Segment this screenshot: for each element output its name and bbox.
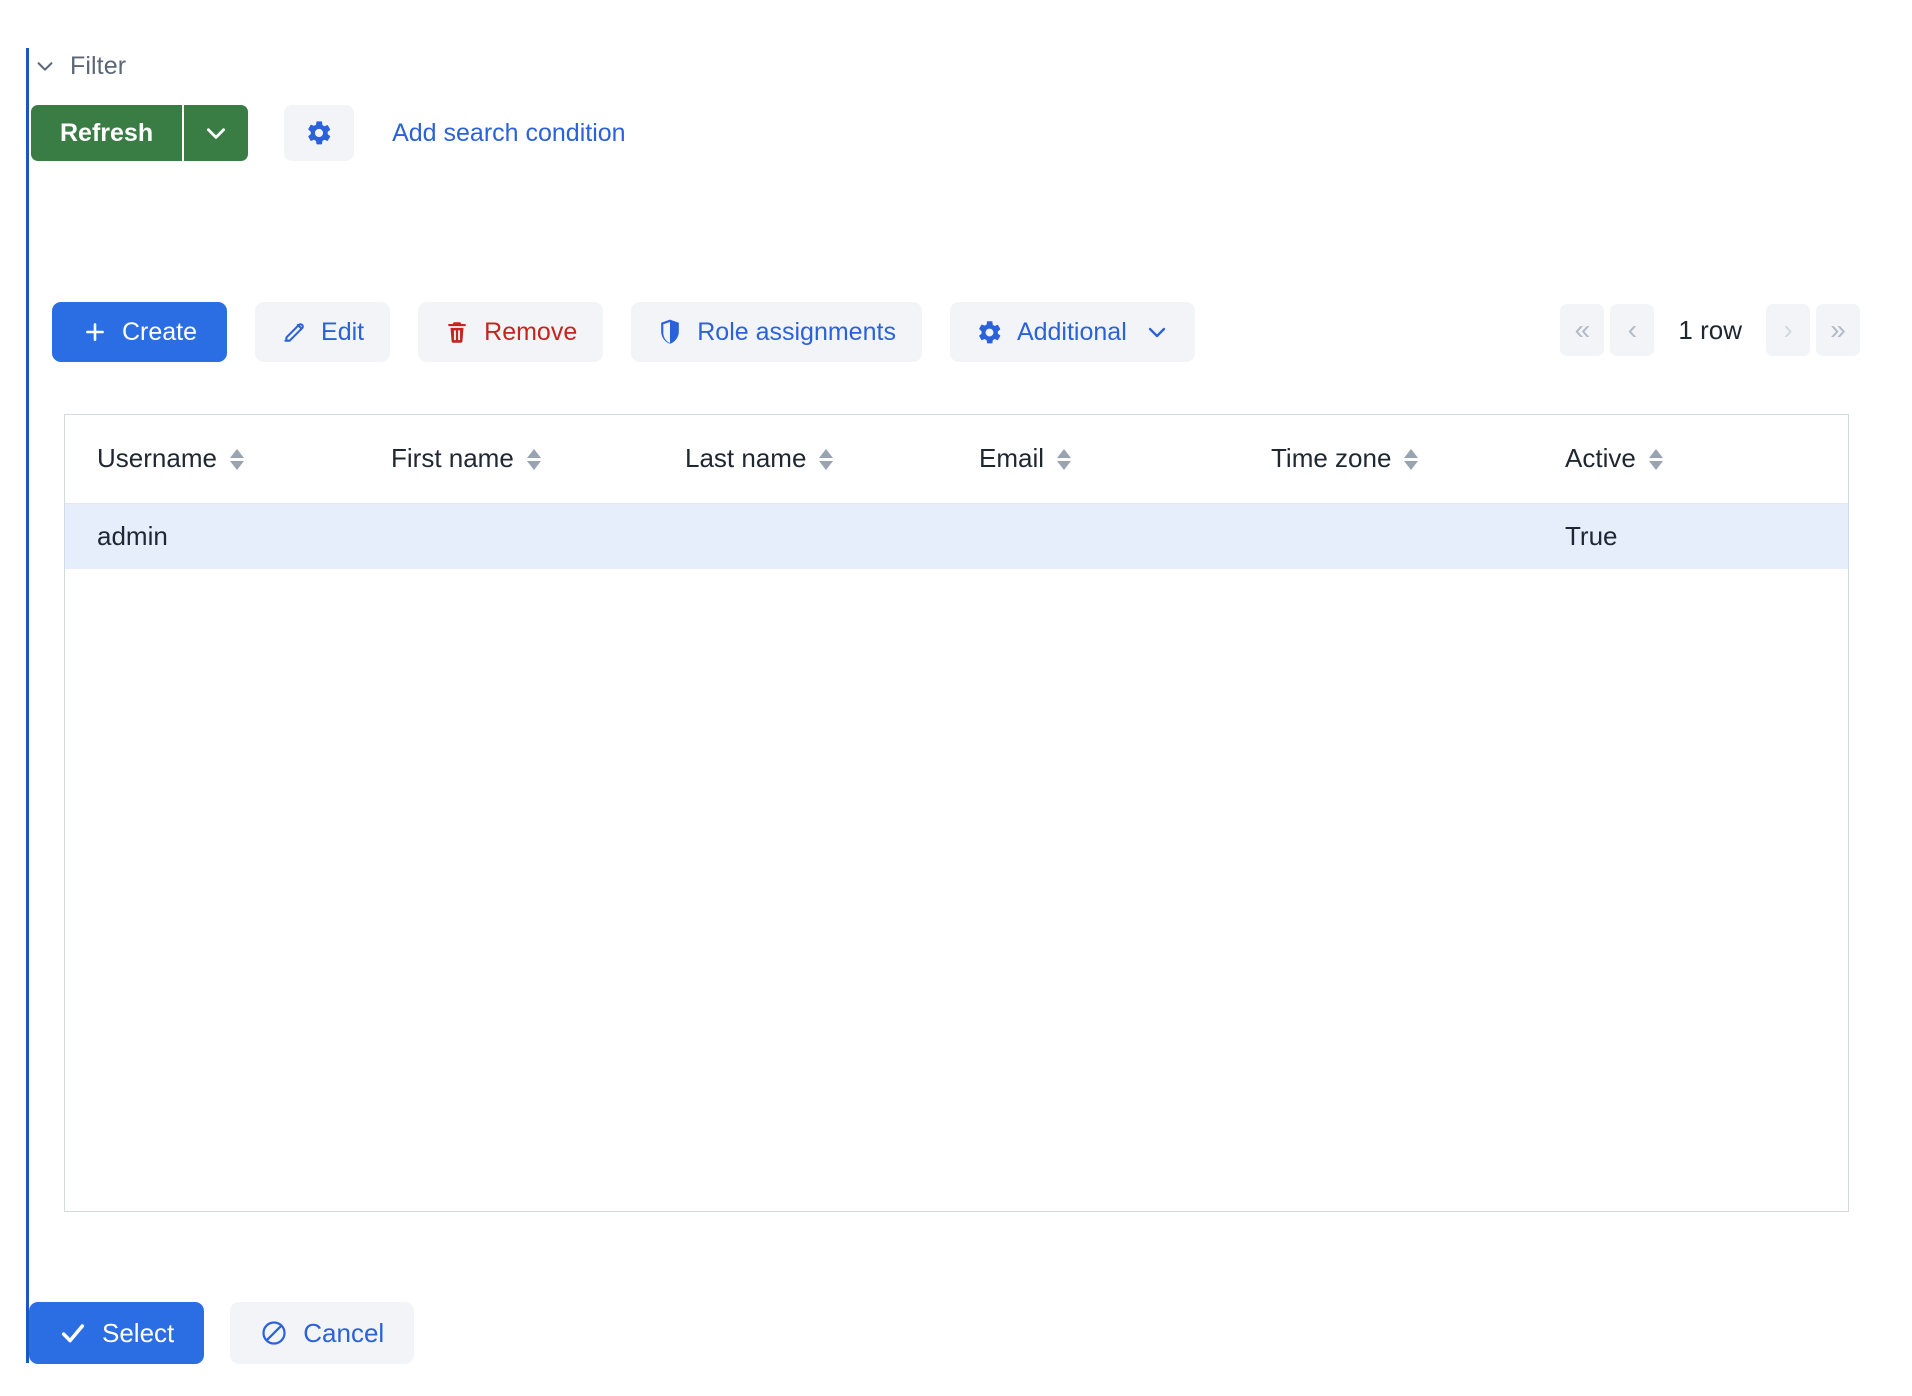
block-icon [260,1319,288,1347]
edit-button-label: Edit [321,317,365,346]
search-settings-button[interactable] [284,105,355,161]
sort-icon[interactable] [1057,446,1072,472]
table-row[interactable]: admin True [65,503,1848,569]
column-header-first-name[interactable]: First name [359,415,653,504]
pencil-icon [281,319,307,345]
record-toolbar: Create Edit Remove Role assignments Addi… [52,302,1195,362]
pagination: « ‹ 1 row › » [1560,304,1860,356]
plus-icon [82,319,108,345]
additional-button[interactable]: Additional [949,302,1195,362]
add-search-condition-link[interactable]: Add search condition [392,119,625,148]
additional-button-label: Additional [1016,317,1127,346]
refresh-button[interactable]: Refresh [31,105,183,161]
sort-icon[interactable] [229,446,244,472]
cell-last-name [653,503,947,569]
cell-username: admin [65,503,359,569]
create-button[interactable]: Create [52,302,228,362]
column-header-time-zone[interactable]: Time zone [1239,415,1533,504]
table-header-row: Username First name Last name Email Time… [65,415,1848,504]
sort-icon[interactable] [819,446,834,472]
cell-first-name [359,503,653,569]
column-header-label: First name [391,443,514,474]
dialog-footer: Select Cancel [29,1302,415,1364]
column-header-label: Last name [685,443,807,474]
refresh-toolbar: Refresh Add search condition [31,105,626,161]
cancel-button[interactable]: Cancel [230,1302,415,1364]
check-icon [59,1319,87,1347]
edit-button[interactable]: Edit [255,302,391,362]
column-header-label: Email [979,443,1045,474]
filter-label: Filter [70,51,127,80]
remove-button-label: Remove [484,317,578,346]
role-assignments-button[interactable]: Role assignments [631,302,922,362]
column-header-label: Active [1565,443,1636,474]
chevron-down-icon [203,120,229,146]
gear-icon [976,319,1003,346]
column-header-email[interactable]: Email [947,415,1239,504]
cell-active: True [1533,503,1848,569]
chevron-down-icon[interactable] [34,55,56,77]
column-header-active[interactable]: Active [1533,415,1848,504]
refresh-dropdown-button[interactable] [182,105,249,161]
filter-header[interactable]: Filter [34,50,126,82]
select-button-label: Select [102,1317,175,1348]
sort-icon[interactable] [526,446,541,472]
pagination-prev-button[interactable]: ‹ [1610,304,1655,356]
gear-icon [305,119,333,147]
pagination-row-count: 1 row [1678,314,1742,345]
role-assignments-button-label: Role assignments [697,317,896,346]
cell-email [947,503,1239,569]
trash-icon [444,319,470,345]
select-button[interactable]: Select [29,1302,205,1364]
column-header-last-name[interactable]: Last name [653,415,947,504]
create-button-label: Create [122,317,198,346]
sort-icon[interactable] [1404,446,1419,472]
pagination-last-button[interactable]: » [1816,304,1860,356]
filter-accent-rail [26,48,29,1363]
chevron-down-icon [1145,320,1169,344]
column-header-username[interactable]: Username [65,415,359,504]
remove-button[interactable]: Remove [418,302,604,362]
column-header-label: Username [97,443,217,474]
column-header-label: Time zone [1271,443,1392,474]
shield-icon [657,318,683,346]
users-table: Username First name Last name Email Time… [64,414,1849,1212]
pagination-first-button[interactable]: « [1560,304,1605,356]
sort-icon[interactable] [1648,446,1663,472]
pagination-next-button[interactable]: › [1766,304,1810,356]
cancel-button-label: Cancel [303,1317,385,1348]
cell-time-zone [1239,503,1533,569]
